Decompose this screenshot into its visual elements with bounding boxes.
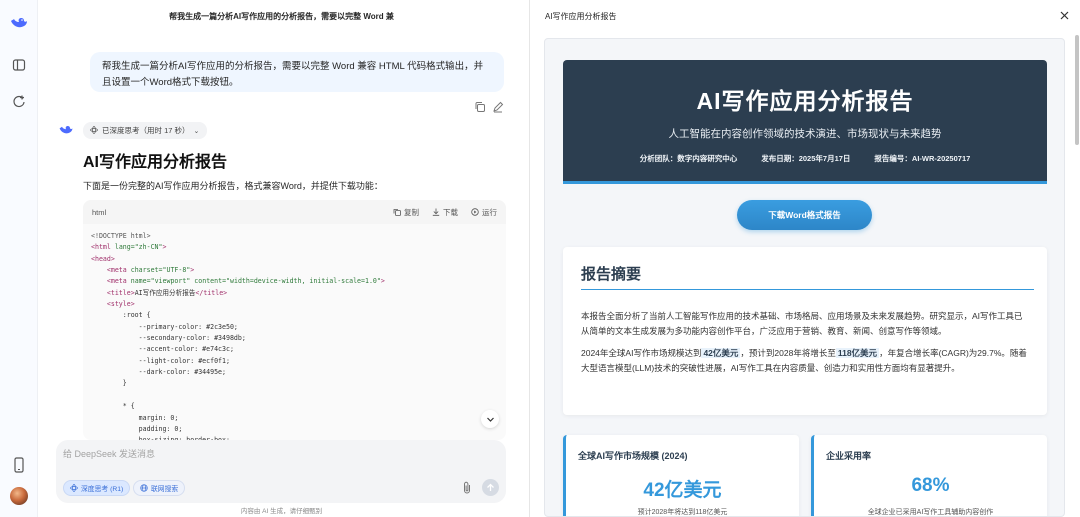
answer-heading: AI写作应用分析报告 <box>83 154 228 171</box>
summary-section: 报告摘要 本报告全面分析了当前人工智能写作应用的技术基础、市场格局、应用场景及未… <box>563 247 1047 415</box>
code-toolbar: html 复制 下载 运行 <box>83 200 506 224</box>
code-var-accent: #e74c3c <box>202 345 230 354</box>
new-chat-icon[interactable] <box>9 91 29 111</box>
deep-think-button-label: 深度思考 (R1) <box>81 486 124 493</box>
chat-column: 帮我生成一篇分析AI写作应用的分析报告，需要以完整 Word 兼 帮我生成一篇分… <box>38 0 525 517</box>
chevron-down-icon <box>486 417 494 422</box>
run-icon <box>471 208 479 216</box>
message-composer: 深度思考 (R1) 联网搜索 <box>56 440 506 503</box>
deep-think-toggle[interactable]: 已深度思考（用时 17 秒） ⌄ <box>83 122 208 139</box>
code-var-dark: #34495e <box>194 368 223 377</box>
code-run-label: 运行 <box>482 207 497 217</box>
scroll-down-button[interactable] <box>481 410 499 428</box>
web-search-button-label: 联网搜索 <box>151 486 179 493</box>
download-icon <box>432 208 440 216</box>
highlight-market-size: 42亿美元 <box>701 348 741 358</box>
stat-card-market-size: 全球AI写作市场规模 (2024) 42亿美元 预计2028年将达到118亿美元 <box>563 435 799 516</box>
arrow-up-icon <box>487 483 494 491</box>
code-download-button[interactable]: 下载 <box>432 207 458 218</box>
code-var-light: #ecf0f1 <box>198 356 226 365</box>
code-var-primary: #2c3e50 <box>206 322 234 331</box>
deep-think-label: 已深度思考（用时 17 秒） <box>102 126 190 135</box>
report-meta: 分析团队：数字内容研究中心 发布日期：2025年7月17日 报告编号：AI-WR… <box>563 153 1047 164</box>
report-header: AI写作应用分析报告 人工智能在内容创作领域的技术演进、市场现状与未来趋势 分析… <box>563 60 1047 184</box>
mobile-app-icon[interactable] <box>9 455 29 475</box>
summary-paragraph-1: 本报告全面分析了当前人工智能写作应用的技术基础、市场格局、应用场景及未来发展趋势… <box>581 311 1023 336</box>
report-preview: AI写作应用分析报告 人工智能在内容创作领域的技术演进、市场现状与未来趋势 分析… <box>544 38 1065 517</box>
copy-icon <box>393 209 401 216</box>
user-message: 帮我生成一篇分析AI写作应用的分析报告，需要以完整 Word 兼容 HTML 代… <box>90 52 504 92</box>
deepseek-logo-icon[interactable] <box>9 13 29 33</box>
close-icon[interactable] <box>1057 8 1071 22</box>
report-team: 分析团队：数字内容研究中心 <box>639 154 738 163</box>
message-input[interactable] <box>63 446 443 462</box>
summary-divider <box>581 289 1034 290</box>
stat-note: 全球企业已采用AI写作工具辅助内容创作 <box>867 509 994 516</box>
panel-title: AI写作应用分析报告 <box>545 12 617 21</box>
copy-message-icon[interactable] <box>474 100 486 112</box>
web-search-button[interactable]: 联网搜索 <box>133 480 186 496</box>
stat-note: 预计2028年将达到118亿美元 <box>637 509 728 516</box>
code-language: html <box>92 207 107 217</box>
code-copy-button[interactable]: 复制 <box>393 207 419 218</box>
highlight-forecast: 118亿美元 <box>835 348 880 358</box>
summary-heading: 报告摘要 <box>581 266 642 283</box>
assistant-logo-icon <box>58 123 74 137</box>
download-word-button[interactable]: 下载Word格式报告 <box>737 200 872 230</box>
summary-text: ，预计到2028年将增长至 <box>740 348 836 358</box>
code-var-secondary: #3498db <box>214 334 242 343</box>
sidebar-toggle-icon[interactable] <box>9 55 29 75</box>
stat-title: 全球AI写作市场规模 (2024) <box>578 451 688 461</box>
answer-intro: 下面是一份完整的AI写作应用分析报告，格式兼容Word，并提供下载功能： <box>83 181 383 191</box>
chevron-down-icon: ⌄ <box>193 127 200 135</box>
deep-think-button[interactable]: 深度思考 (R1) <box>63 480 131 496</box>
chat-title: 帮我生成一篇分析AI写作应用的分析报告，需要以完整 Word 兼 <box>169 12 394 21</box>
code-run-button[interactable]: 运行 <box>471 207 497 218</box>
code-download-label: 下载 <box>443 207 458 217</box>
report-title: AI写作应用分析报告 <box>696 88 914 114</box>
report-number: 报告编号：AI-WR-20250717 <box>874 154 971 163</box>
summary-paragraph-2: 2024年全球AI写作市场规模达到 42亿美元 ，预计到2028年将增长至 118亿美… <box>581 346 1031 376</box>
user-avatar[interactable] <box>10 487 28 505</box>
globe-icon <box>140 484 148 492</box>
summary-text: 2024年全球AI写作市场规模达到 <box>581 348 702 358</box>
report-date: 发布日期：2025年7月17日 <box>761 154 851 163</box>
stat-title: 企业采用率 <box>826 451 872 461</box>
send-button[interactable] <box>482 479 499 496</box>
stat-value: 42亿美元 <box>643 480 722 501</box>
atom-icon <box>70 484 78 492</box>
stat-card-adoption: 企业采用率 68% 全球企业已采用AI写作工具辅助内容创作 <box>811 435 1047 516</box>
code-content: <!DOCTYPE html> <html lang="zh-CN"> <hea… <box>91 232 385 440</box>
atom-icon <box>90 125 98 136</box>
report-subtitle: 人工智能在内容创作领域的技术演进、市场现状与未来趋势 <box>668 128 942 140</box>
preview-panel: AI写作应用分析报告 AI写作应用分析报告 人工智能在内容创作领域的技术演进、市… <box>529 0 1080 517</box>
edit-message-icon[interactable] <box>492 100 504 113</box>
attach-icon[interactable] <box>461 481 473 495</box>
code-copy-label: 复制 <box>404 207 419 217</box>
left-rail <box>0 0 38 517</box>
panel-scrollbar[interactable] <box>1075 35 1079 145</box>
stat-value: 68% <box>911 475 950 496</box>
code-block: html 复制 下载 运行 <!DOCTYPE html> <html lang… <box>83 200 506 440</box>
ai-disclaimer: 内容由 AI 生成，请仔细甄别 <box>240 508 323 515</box>
